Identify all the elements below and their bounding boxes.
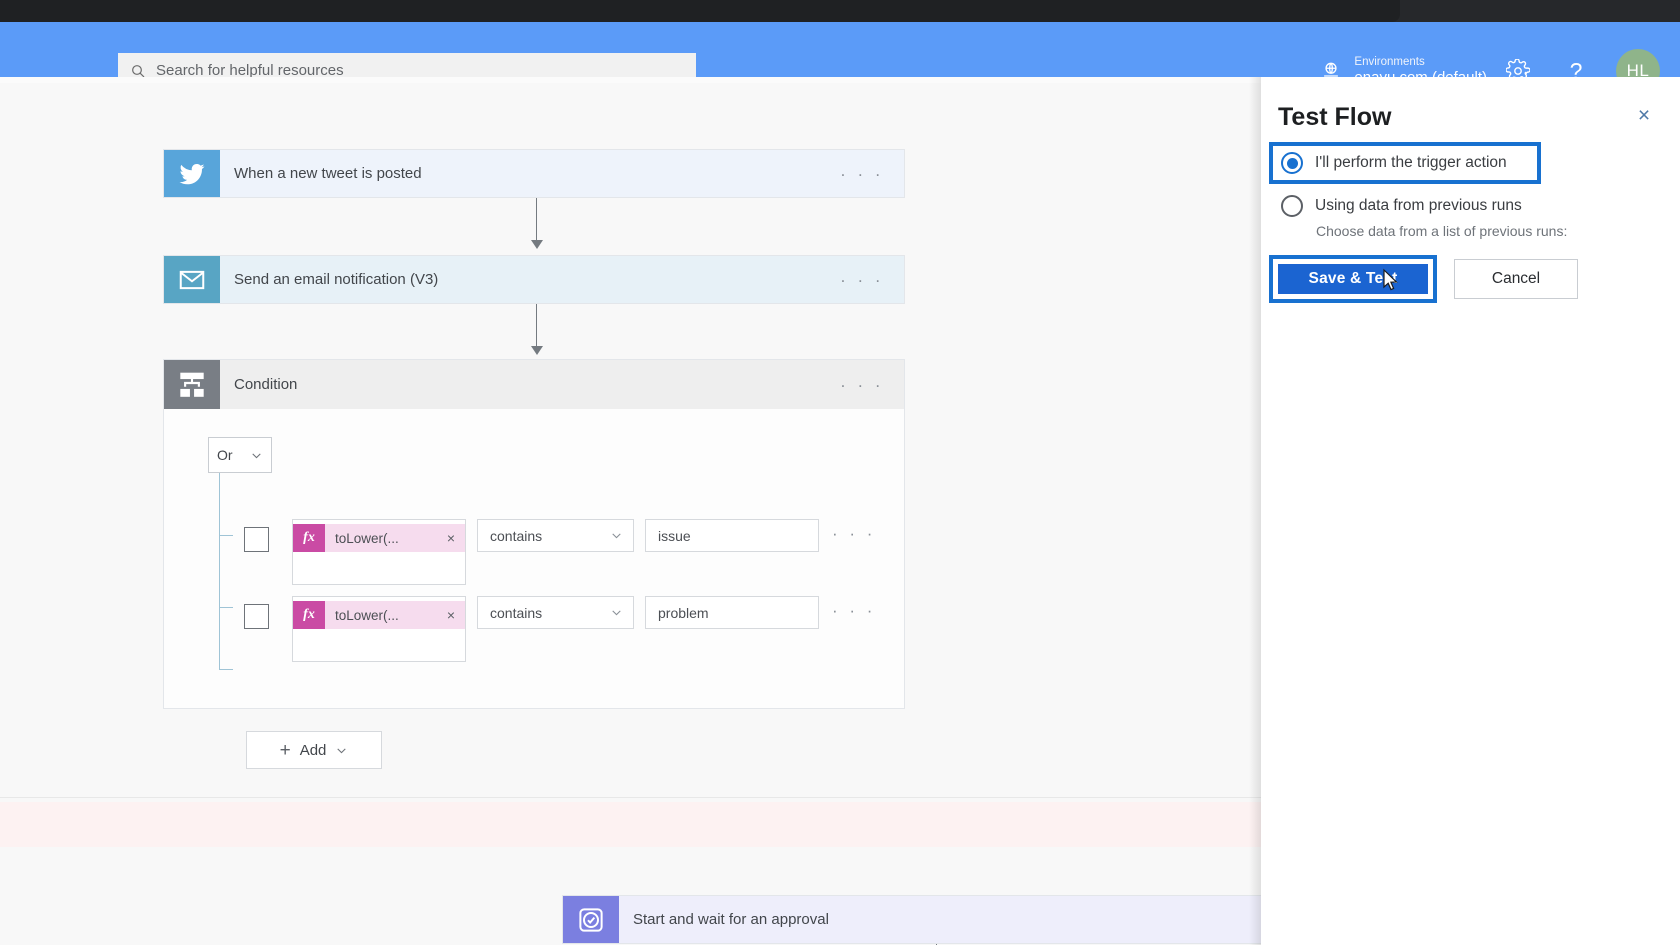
flow-node-trigger[interactable]: When a new tweet is posted · · · [163,149,905,198]
branch-divider [0,797,1261,798]
add-condition-label: Add [300,742,327,759]
condition-tree-stub [219,607,233,608]
flow-node-email-title: Send an email notification (V3) [234,271,438,288]
condition-row-menu[interactable]: · · · [832,602,876,619]
expression-token[interactable]: fx toLower(... × [293,524,465,552]
condition-tree-stub [219,535,233,536]
canvas-top-edge [0,77,1261,83]
close-icon[interactable]: × [1628,99,1660,131]
flow-node-approval[interactable]: Start and wait for an approval [562,895,1261,944]
previous-runs-hint: Choose data from a list of previous runs… [1316,223,1567,239]
flow-node-condition-body[interactable]: Condition · · · [220,360,904,409]
condition-operator-value: contains [490,528,542,544]
approval-icon [563,896,619,943]
condition-operator-select[interactable]: contains [477,596,634,629]
condition-row-checkbox[interactable] [244,527,269,552]
radio-option-perform-trigger[interactable]: I'll perform the trigger action [1281,152,1507,174]
flow-node-approval-body[interactable]: Start and wait for an approval [619,896,1261,943]
chevron-down-icon [610,529,623,542]
radio-icon [1281,152,1303,174]
flow-node-condition-title: Condition [234,376,297,393]
fx-icon: fx [293,601,325,629]
flow-node-trigger-title: When a new tweet is posted [234,165,422,182]
condition-row: fx toLower(... × contains issue · · · [244,519,876,585]
flow-node-condition-menu[interactable]: · · · [840,376,884,393]
condition-row-checkbox[interactable] [244,604,269,629]
browser-tabstrip [0,0,1400,22]
condition-tree-stub [219,669,233,670]
condition-operator-select[interactable]: contains [477,519,634,552]
expression-token-label: toLower(... [325,608,447,623]
browser-chrome [0,0,1680,22]
radio-option-previous-runs[interactable]: Using data from previous runs [1281,195,1522,217]
connector-arrowhead [531,346,543,355]
condition-value-input[interactable]: issue [645,519,819,552]
page-title: Test Flow [1278,103,1391,132]
flow-node-approval-title: Start and wait for an approval [633,911,829,928]
save-and-test-button[interactable]: Save & Test [1278,264,1428,294]
close-icon[interactable]: × [447,530,465,546]
condition-value-input[interactable]: problem [645,596,819,629]
condition-row-left-field[interactable]: fx toLower(... × [292,596,466,662]
test-flow-panel: Test Flow × I'll perform the trigger act… [1261,77,1680,945]
top-app-bar: Search for helpful resources Environment… [0,22,1680,77]
expression-token-label: toLower(... [325,531,447,546]
environment-caption: Environments [1354,56,1487,69]
condition-row: fx toLower(... × contains problem · · · [244,596,876,662]
flow-node-condition-header[interactable]: Condition · · · [164,360,904,409]
expression-token[interactable]: fx toLower(... × [293,601,465,629]
close-icon[interactable]: × [447,607,465,623]
flow-node-condition: Condition · · · Or fx [163,359,905,709]
flow-canvas: When a new tweet is posted · · · Send an… [0,77,1261,945]
if-no-branch-band [0,802,1261,847]
twitter-icon [164,150,220,197]
flow-node-trigger-menu[interactable]: · · · [840,165,884,182]
fx-icon: fx [293,524,325,552]
chevron-down-icon [250,449,263,462]
radio-option-perform-trigger-label: I'll perform the trigger action [1315,154,1507,172]
plus-icon: + [280,741,291,760]
panel-shadow [1249,77,1261,945]
condition-editor: Or fx toLower(... × [164,409,904,473]
connector-line [536,198,537,241]
add-condition-button[interactable]: + Add [246,731,382,769]
condition-tree-line [219,473,220,669]
cancel-button[interactable]: Cancel [1454,259,1578,299]
flow-node-email[interactable]: Send an email notification (V3) · · · [163,255,905,304]
condition-group-operator-select[interactable]: Or [208,437,272,473]
flow-node-email-menu[interactable]: · · · [840,271,884,288]
condition-row-menu[interactable]: · · · [832,525,876,542]
condition-operator-value: contains [490,605,542,621]
radio-icon [1281,195,1303,217]
connector-arrowhead [531,240,543,249]
flow-node-email-body[interactable]: Send an email notification (V3) · · · [220,256,904,303]
chevron-down-icon [610,606,623,619]
flow-node-trigger-body[interactable]: When a new tweet is posted · · · [220,150,904,197]
condition-group-operator-value: Or [217,447,233,463]
radio-dot [1287,158,1298,169]
condition-icon [164,360,220,409]
condition-row-left-field[interactable]: fx toLower(... × [292,519,466,585]
email-icon [164,256,220,303]
radio-option-previous-runs-label: Using data from previous runs [1315,197,1522,215]
chevron-down-icon [335,744,348,757]
app-root: Search for helpful resources Environment… [0,0,1680,945]
connector-line [536,304,537,347]
